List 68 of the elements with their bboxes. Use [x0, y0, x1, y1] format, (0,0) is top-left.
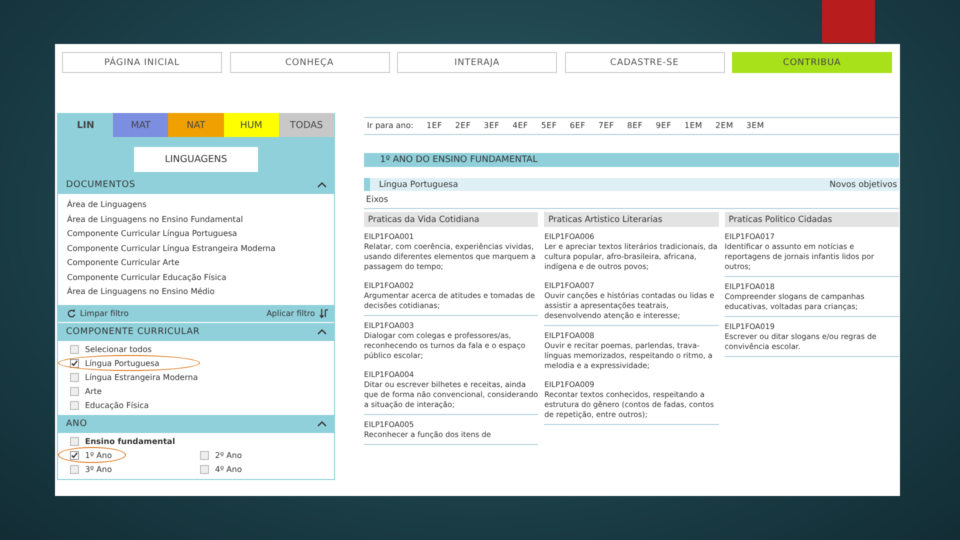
area-tab[interactable]: LIN [58, 113, 114, 137]
slide-accent-bar [822, 0, 875, 43]
area-tab[interactable]: HUM [224, 113, 279, 137]
year-link[interactable]: 2EM [715, 121, 734, 130]
year-link[interactable]: 4EF [512, 121, 528, 130]
section-header[interactable]: COMPONENTE CURRICULAR [58, 322, 334, 340]
checkbox[interactable] [70, 437, 79, 446]
checkbox[interactable] [70, 401, 79, 410]
year-link[interactable]: 7EF [598, 121, 614, 130]
document-link[interactable]: Componente Curricular Língua Portuguesa [67, 227, 334, 242]
subject-title: Língua Portuguesa [379, 180, 458, 190]
year-nav-label: Ir para ano: [367, 121, 414, 130]
year-link[interactable]: 1EF [426, 121, 442, 130]
nav-button[interactable]: INTERAJA [397, 52, 557, 73]
year-link[interactable]: 3EF [484, 121, 500, 130]
grade-heading: 1º ANO DO ENSINO FUNDAMENTAL [364, 153, 899, 167]
checkbox-label: Arte [85, 387, 102, 396]
year-link[interactable]: 2EF [455, 121, 471, 130]
section-title: COMPONENTE CURRICULAR [66, 326, 200, 336]
checkbox[interactable] [200, 451, 209, 460]
column-header: Praticas Artistico Literarias [544, 212, 719, 227]
apply-filter-link[interactable]: Aplicar filtro [266, 308, 315, 318]
checkbox[interactable] [70, 451, 79, 460]
checkbox-label: Ensino fundamental [85, 437, 176, 446]
nav-button[interactable]: CONTRIBUA [732, 52, 892, 73]
new-objectives-link[interactable]: Novos objetivos [830, 180, 897, 190]
year-link[interactable]: 3EM [746, 121, 764, 130]
section-title: DOCUMENTOS [66, 180, 136, 190]
checkbox-label: 3º Ano [85, 465, 112, 474]
checkbox[interactable] [70, 465, 79, 474]
checkbox-label: 1º Ano [85, 451, 112, 460]
checkbox-label: Língua Estrangeira Moderna [85, 373, 198, 382]
axes-label: Eixos [364, 191, 899, 209]
section-title: ANO [66, 418, 88, 428]
document-link[interactable]: Componente Curricular Língua Estrangeira Moderna [67, 242, 334, 256]
year-link[interactable]: 5EF [541, 121, 557, 130]
year-link[interactable]: 8EF [627, 121, 643, 130]
checkbox[interactable] [200, 465, 209, 474]
document-link[interactable]: Área de Linguagens no Ensino Fundamental [67, 212, 334, 227]
refresh-icon [67, 308, 76, 318]
checkbox[interactable] [70, 373, 79, 382]
checkbox-label: Selecionar todos [85, 345, 152, 354]
section-header[interactable]: DOCUMENTOS [58, 176, 334, 194]
document-link[interactable]: Área de Linguagens no Ensino Médio [67, 285, 334, 300]
year-link[interactable]: 9EF [656, 121, 672, 130]
column-header: Praticas da Vida Cotidiana [364, 212, 538, 227]
document-link[interactable]: Área de Linguagens [67, 198, 334, 212]
year-link[interactable]: 6EF [570, 121, 586, 130]
year-link[interactable]: 1EM [684, 121, 702, 130]
checkbox[interactable] [70, 345, 79, 354]
nav-button[interactable]: CONHEÇA [230, 52, 390, 73]
document-link[interactable]: Componente Curricular Educação Física [67, 270, 334, 285]
area-tab[interactable]: NAT [168, 113, 224, 137]
document-link[interactable]: Componente Curricular Arte [67, 256, 334, 270]
checkbox-label: Língua Portuguesa [85, 359, 160, 368]
nav-button[interactable]: CADASTRE-SE [564, 52, 724, 73]
column-header: Praticas Politico Cidadas [724, 212, 899, 227]
checkbox-label: Educação Física [85, 401, 149, 410]
section-header[interactable]: ANO [58, 414, 334, 432]
area-tab[interactable]: TODAS [278, 113, 334, 137]
clear-filter-link[interactable]: Limpar filtro [80, 308, 129, 318]
checkbox-label: 4º Ano [215, 465, 242, 474]
sort-icon [319, 308, 328, 318]
checkbox-label: 2º Ano [215, 451, 242, 460]
area-title: LINGUAGENS [134, 147, 258, 172]
checkbox[interactable] [70, 359, 79, 368]
nav-button[interactable]: PÁGINA INICIAL [62, 52, 222, 73]
checkbox[interactable] [70, 387, 79, 396]
